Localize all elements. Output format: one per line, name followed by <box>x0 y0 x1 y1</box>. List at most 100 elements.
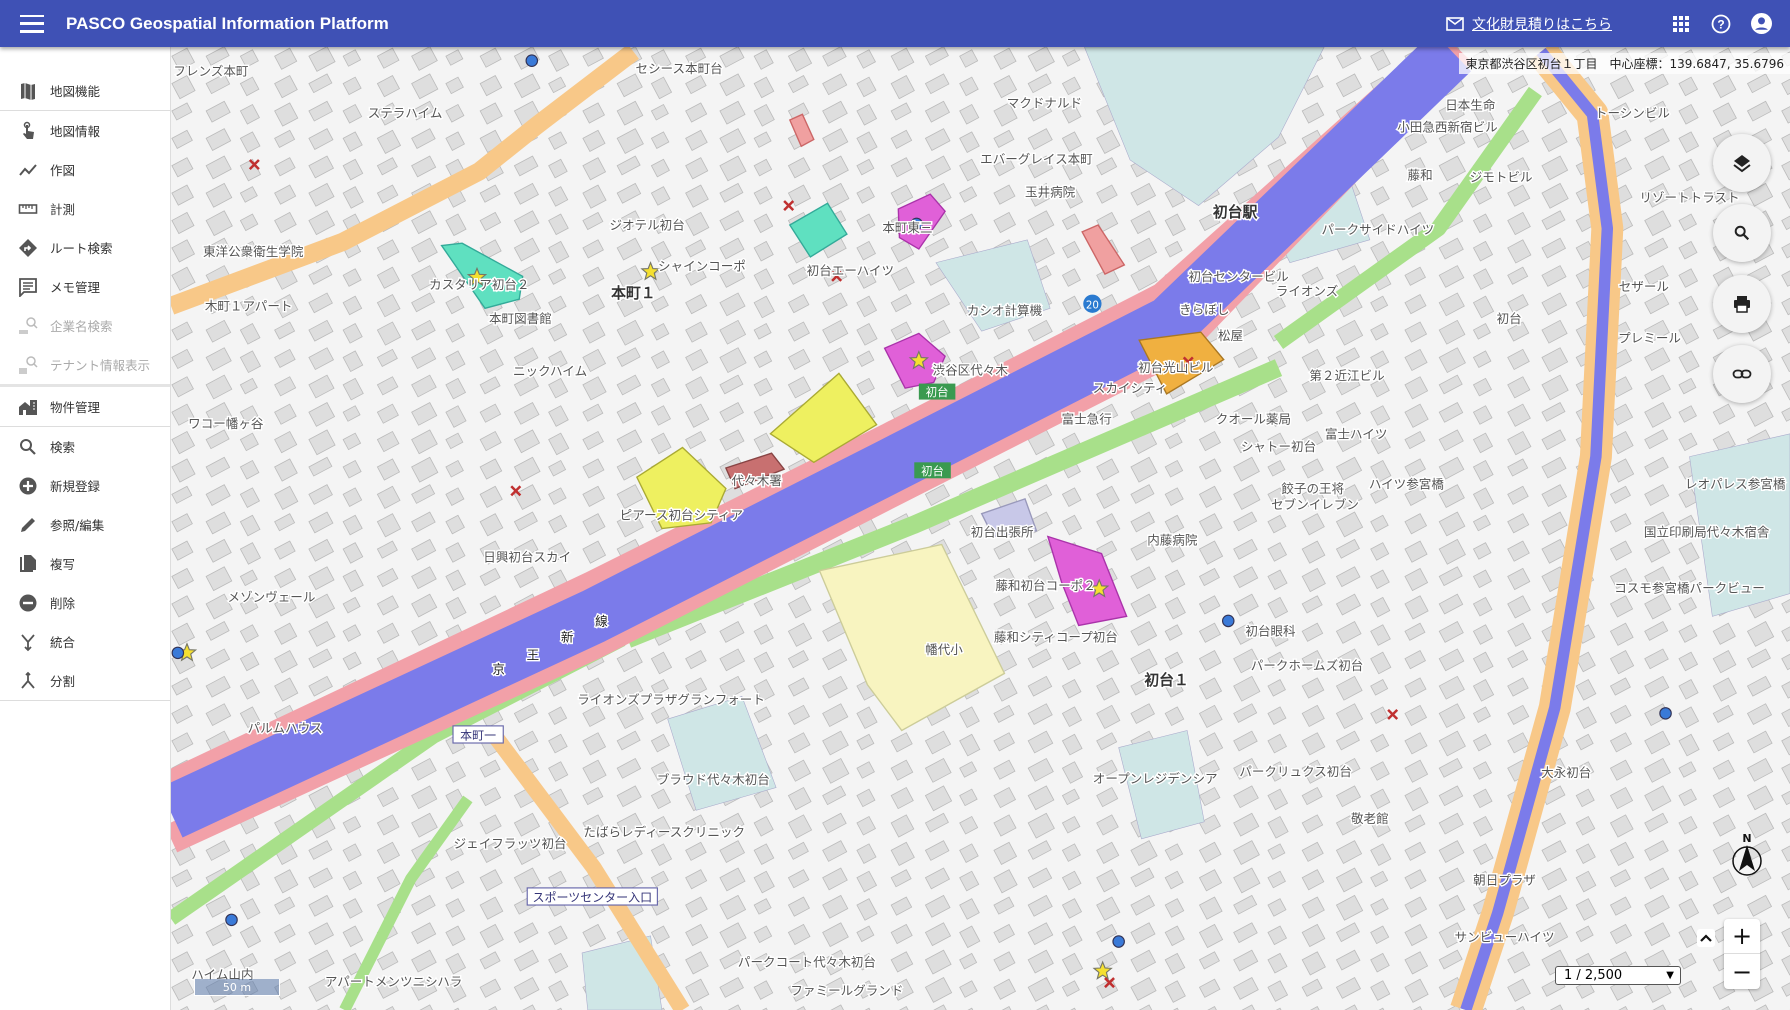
sidebar-item-split[interactable]: 分割 <box>0 661 170 700</box>
touch-icon <box>23 121 34 139</box>
sidebar-item-map-info[interactable]: 地図情報 <box>0 111 170 150</box>
map-label: たばらレディースクリニック <box>583 825 745 840</box>
map-label: ハイツ参宮橋 <box>1369 477 1445 492</box>
sidebar-item-delete[interactable]: 削除 <box>0 583 170 622</box>
merge-icon <box>21 633 35 651</box>
map-canvas[interactable]: フレンズ本町 セシース本町台ステラハイム マクドナルド 日本生命小田急西新宿ビル トーシ… <box>171 47 1790 1010</box>
route-icon <box>19 238 37 257</box>
sidebar-item-view-edit[interactable]: 参照/編集 <box>0 505 170 544</box>
map-label: 本町図書館 <box>489 311 552 326</box>
chevron-down-icon: ▼ <box>1666 970 1674 981</box>
map-label: 線 <box>595 613 608 628</box>
memo-icon <box>19 277 37 297</box>
map-label: 初台眼科 <box>1245 624 1296 639</box>
sidebar-item-new-registration[interactable]: 新規登録 <box>0 466 170 505</box>
blue-marker-icon[interactable] <box>1112 935 1125 948</box>
sidebar-item-measure[interactable]: 計測 <box>0 189 170 228</box>
map-label: 松屋 <box>1218 328 1243 343</box>
zoom-out-button[interactable]: − <box>1724 954 1760 989</box>
station-label: 本町一 <box>460 729 496 743</box>
map-label: 玉井病院 <box>1025 184 1076 199</box>
sidebar-item-map-functions[interactable]: 地図機能 <box>0 71 170 110</box>
map-label: カシオ計算機 <box>967 303 1043 318</box>
sidebar-item-route-search[interactable]: ルート検索 <box>0 228 170 267</box>
divider <box>0 700 170 701</box>
map-label: 日興初台スカイ <box>483 550 571 565</box>
blue-marker-icon[interactable] <box>1659 707 1672 720</box>
add-circle-icon <box>19 477 37 494</box>
map-label: オープンレジデンシア <box>1093 771 1218 786</box>
zoom-in-button[interactable]: + <box>1724 919 1760 954</box>
map-label: レオパレス参宮橋 <box>1685 477 1786 492</box>
sidebar-item-property-management[interactable]: 物件管理 <box>0 387 170 426</box>
map-label: ピアース初台シティア <box>620 507 743 522</box>
property-icon <box>19 399 37 415</box>
sidebar-item-merge[interactable]: 統合 <box>0 622 170 661</box>
sidebar-item-label: 地図情報 <box>50 124 101 139</box>
menu-icon[interactable] <box>20 14 44 33</box>
help-icon[interactable]: ? <box>1710 13 1732 35</box>
collapse-up-button[interactable] <box>1697 929 1715 947</box>
station-label: スポーツセンター入口 <box>533 891 652 905</box>
compass-north-label: N <box>1742 832 1751 845</box>
map-label: 藤和初台コーポ２ <box>995 578 1095 593</box>
map-label: トーシンビル <box>1595 106 1670 121</box>
map-label: 初台１ <box>1144 671 1189 689</box>
map-label: プレミール <box>1618 331 1681 346</box>
layers-button[interactable] <box>1713 134 1771 192</box>
app-header: PASCO Geospatial Information Platform 文化… <box>0 0 1790 47</box>
sidebar-item-label: メモ管理 <box>50 280 101 295</box>
link-button[interactable] <box>1713 345 1771 403</box>
app-title: PASCO Geospatial Information Platform <box>66 13 389 33</box>
map-label: 初台光山ビル <box>1138 360 1213 375</box>
map-label: 大永初台 <box>1541 765 1591 780</box>
estimate-link[interactable]: 文化財見積りはこちら <box>1446 14 1612 34</box>
map-label: ライオンズ <box>1276 284 1339 299</box>
map-label: スカイシティ <box>1093 381 1168 396</box>
map-label: 富士急行 <box>1062 412 1112 427</box>
blue-marker-icon[interactable] <box>225 913 238 927</box>
chevron-up-icon <box>1700 934 1712 942</box>
scale-value: 1 / 2,500 <box>1564 968 1623 983</box>
map-label: マクドナルド <box>1007 95 1082 110</box>
map-label: 本町１ <box>611 284 656 302</box>
map-label: 小田急西新宿ビル <box>1397 119 1497 134</box>
remove-circle-icon <box>19 594 37 611</box>
blue-marker-icon[interactable] <box>171 646 185 660</box>
map-view[interactable]: フレンズ本町 セシース本町台 ステラハイム マクドナルド 日本生命 小田急西新宿ビル トーシ… <box>171 47 1790 1010</box>
print-button[interactable] <box>1713 275 1771 333</box>
search-button[interactable] <box>1713 204 1771 262</box>
apps-icon[interactable] <box>1670 13 1692 35</box>
sidebar-item-memo[interactable]: メモ管理 <box>0 267 170 306</box>
route-sign: 初台 <box>926 385 949 399</box>
ruler-icon <box>18 203 38 214</box>
blue-marker-icon[interactable] <box>1221 614 1235 628</box>
map-label: きらぼし <box>1179 302 1229 317</box>
route-sign: 初台 <box>921 464 944 478</box>
split-icon <box>21 671 35 689</box>
map-label: ニックハイム <box>513 364 587 379</box>
sidebar-item-search[interactable]: 検索 <box>0 427 170 466</box>
sidebar-item-drawing[interactable]: 作図 <box>0 150 170 189</box>
sidebar-item-copy[interactable]: 複写 <box>0 544 170 583</box>
map-label: クオール薬局 <box>1216 412 1291 427</box>
sidebar-item-label: ルート検索 <box>50 241 113 256</box>
map-label: 初台駅 <box>1213 203 1258 221</box>
map-label: コスモ参宮橋パークビュー <box>1614 580 1765 595</box>
sidebar-item-label: 検索 <box>50 440 76 455</box>
sidebar-item-label: 新規登録 <box>50 479 101 494</box>
scale-select[interactable]: 1 / 2,500 ▼ <box>1555 966 1681 985</box>
account-icon[interactable] <box>1750 13 1772 35</box>
map-label: セザール <box>1619 279 1669 294</box>
map-label: ブラウド代々木初台 <box>657 772 770 787</box>
sidebar-item-label: 複写 <box>50 557 76 572</box>
sidebar-item-label: 分割 <box>50 674 76 689</box>
map-label: 初台 <box>1497 311 1522 326</box>
sidebar-item-tenant-info[interactable]: テナント情報表示 <box>0 345 170 384</box>
sidebar-item-company-search[interactable]: 企業名検索 <box>0 306 170 345</box>
blue-marker-icon[interactable] <box>525 54 539 67</box>
map-label: 第２近江ビル <box>1309 368 1384 383</box>
map-label: 餃子の王将 <box>1281 481 1344 496</box>
sidebar: 地図機能 地図情報 作図 計測 ルート検索 メモ管理 企業名検索 テナント情報表… <box>0 47 171 1010</box>
address-coordinates: 東京都渋谷区初台１丁目 中心座標：139.6847, 35.6796 <box>1459 53 1790 74</box>
